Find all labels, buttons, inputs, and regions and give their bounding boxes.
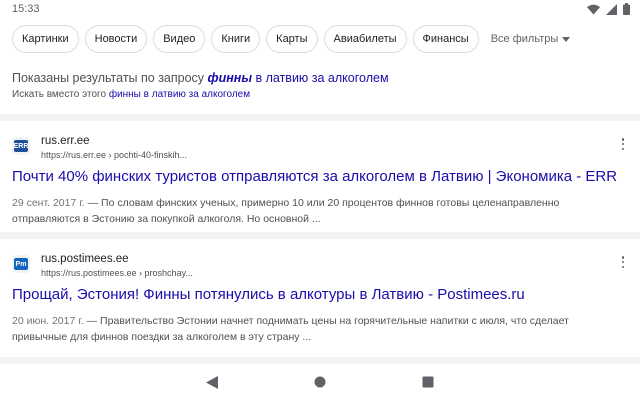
original-query-link[interactable]: финны в латвию за алкоголем [109,89,250,100]
result-snippet: 29 сент. 2017 г. — По словам финских уче… [12,195,612,227]
search-result: Pm rus.postimees.ee https://rus.postimee… [0,239,640,357]
wifi-icon [587,4,600,15]
chip-finance[interactable]: Финансы [412,25,479,53]
divider [0,232,640,239]
status-time: 15:33 [12,3,40,15]
corrected-query-link[interactable]: финны в латвию за алкоголем [208,71,389,85]
site-name: rus.err.ee [41,135,90,147]
all-filters-label: Все фильтры [490,33,559,45]
result-date: 20 июн. 2017 г. [12,315,84,327]
result-snippet: 20 июн. 2017 г. — Правительство Эстонии … [12,313,612,345]
more-options-icon[interactable] [618,137,628,151]
site-url: https://rus.err.ee › pochti-40-finskih..… [41,150,188,160]
chip-flights[interactable]: Авиабилеты [323,25,407,53]
home-icon[interactable] [314,376,326,388]
divider [0,357,640,364]
search-instead-prefix: Искать вместо этого [12,89,109,100]
favicon: Pm [12,255,30,273]
err-logo-icon: ERR [14,140,28,152]
status-icons [587,3,630,15]
result-title-link[interactable]: Прощай, Эстония! Финны потянулись в алко… [12,285,632,305]
chip-video[interactable]: Видео [153,25,206,53]
result-snippet-text: — Правительство Эстонии начнет поднимать… [12,315,569,343]
result-source[interactable]: ERR rus.err.ee https://rus.err.ee › poch… [12,133,612,161]
corrected-rest: в латвию за алкоголем [252,71,389,85]
divider [0,114,640,121]
back-icon[interactable] [206,375,218,389]
all-filters-button[interactable]: Все фильтры [485,25,577,53]
site-url: https://rus.postimees.ee › proshchay... [41,268,193,278]
status-bar: 15:33 [0,0,640,18]
signal-icon [606,3,617,15]
chip-books[interactable]: Книги [211,25,261,53]
spelling-correction: Показаны результаты по запросу финны в л… [12,70,622,102]
corrected-term: финны [207,71,253,85]
battery-icon [623,3,630,15]
chip-news[interactable]: Новости [84,25,148,53]
chip-maps[interactable]: Карты [266,25,318,53]
result-source[interactable]: Pm rus.postimees.ee https://rus.postimee… [12,251,612,279]
favicon: ERR [12,137,30,155]
result-snippet-text: — По словам финских ученых, примерно 10 … [12,197,560,225]
more-options-icon[interactable] [618,255,628,269]
showing-results-prefix: Показаны результаты по запросу [12,71,208,85]
screen: 15:33 Картинки Новости Видео Книги Карты… [0,0,640,400]
navigation-bar [0,364,640,400]
filter-chips: Картинки Новости Видео Книги Карты Авиаб… [0,22,640,56]
recents-icon[interactable] [422,376,434,388]
result-date: 29 сент. 2017 г. [12,197,85,209]
showing-results-for: Показаны результаты по запросу финны в л… [12,70,622,86]
chip-images[interactable]: Картинки [12,25,79,53]
caret-down-icon [562,36,571,42]
site-name: rus.postimees.ee [41,253,129,265]
search-instead: Искать вместо этого финны в латвию за ал… [12,88,622,102]
postimees-logo-icon: Pm [14,258,28,270]
result-title-link[interactable]: Почти 40% финских туристов отправляются … [12,167,632,187]
search-result: ERR rus.err.ee https://rus.err.ee › poch… [0,121,640,232]
